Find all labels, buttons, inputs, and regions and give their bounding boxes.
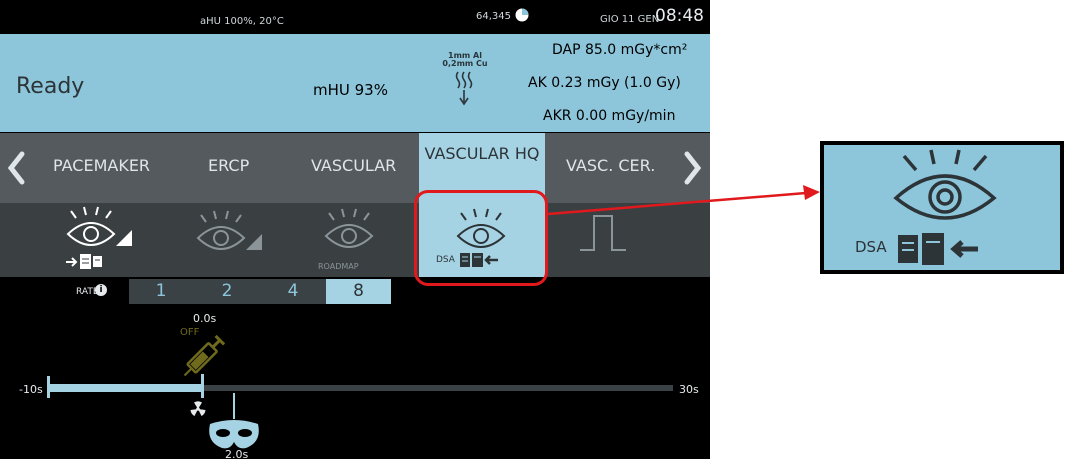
injection-time-label: 0.0s: [193, 312, 217, 325]
mode-fluoro-store-button[interactable]: [56, 206, 136, 274]
dap-readout: DAP 85.0 mGy*cm²: [552, 42, 688, 58]
ak-readout: AK 0.23 mGy (1.0 Gy): [528, 75, 681, 91]
rate-option-2[interactable]: 2: [199, 279, 255, 304]
rate-info-icon[interactable]: i: [95, 284, 107, 296]
disk-icon: [515, 8, 529, 22]
zoom-eye-icon: [893, 149, 997, 220]
device-screen: aHU 100%, 20°C 64,345 GIO 11 GEN 08:48 R…: [0, 0, 710, 459]
roadmap-label: ROADMAP: [318, 262, 359, 271]
timeline-injection-tick[interactable]: [201, 374, 204, 398]
mode-fluoro-button[interactable]: [186, 210, 266, 270]
xray-beam-icon: [455, 71, 473, 106]
akr-readout: AKR 0.00 mGy/min: [543, 108, 676, 124]
rate-option-4[interactable]: 4: [265, 279, 321, 304]
mode-roadmap-button[interactable]: [314, 208, 384, 260]
tab-vascular-hq-label: VASCULAR HQ: [424, 144, 540, 163]
zoom-dsa-label: DSA: [855, 238, 887, 256]
tabs-next-arrow[interactable]: [681, 150, 703, 186]
mask-marker-line: [233, 393, 235, 419]
tab-vasc-cer[interactable]: VASC. CER.: [566, 156, 655, 175]
humidity-readout: aHU 100%, 20°C: [200, 16, 284, 27]
rate-option-8[interactable]: 8: [326, 279, 391, 304]
tab-ercp[interactable]: ERCP: [208, 156, 249, 175]
highlight-annotation: [414, 190, 548, 286]
tab-vascular[interactable]: VASCULAR: [311, 156, 396, 175]
mode-pulse-button[interactable]: [574, 210, 630, 256]
date-readout: GIO 11 GEN: [600, 14, 660, 25]
time-readout: 08:48: [655, 6, 704, 26]
timeline-start-tick[interactable]: [47, 376, 50, 398]
rate-option-1[interactable]: 1: [133, 279, 189, 304]
timeline-prerun-fill: [48, 384, 203, 392]
filter-cu-label: 0,2mm Cu: [442, 59, 488, 68]
radiation-icon: [190, 401, 206, 416]
timeline-end-label: 30s: [679, 383, 699, 396]
mhu-readout: mHU 93%: [313, 81, 388, 99]
timeline-start-label: -10s: [19, 383, 43, 396]
tabs-prev-arrow[interactable]: [6, 150, 28, 186]
tab-pacemaker[interactable]: PACEMAKER: [53, 156, 150, 175]
counter-readout: 64,345: [476, 11, 511, 22]
zoom-store-icon: [898, 233, 978, 265]
system-status: Ready: [16, 74, 85, 99]
syringe-icon[interactable]: [176, 329, 234, 381]
mask-time-label: 2.0s: [225, 448, 249, 459]
